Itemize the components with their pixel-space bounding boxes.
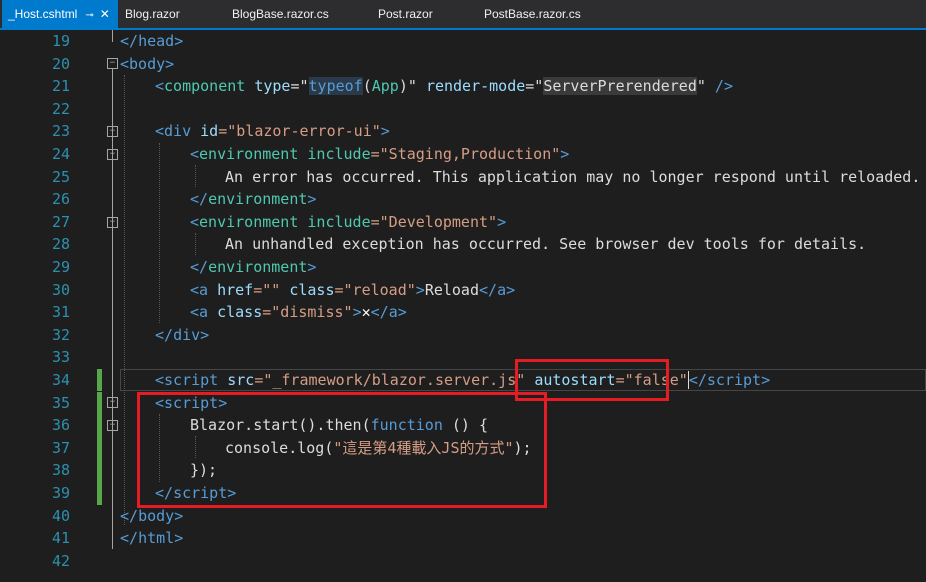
fold-guide: [112, 30, 113, 42]
code-line-27: <environment include="Development">: [190, 212, 507, 231]
line-number: 24: [51, 145, 70, 163]
code-line-32: </div>: [155, 325, 210, 344]
code-editor[interactable]: 19 20 21 22 23 24 25 26 27 28 29 30 31 3…: [0, 30, 926, 582]
line-number: 38: [51, 461, 70, 480]
line-number: 21: [51, 77, 70, 96]
change-bar: [97, 369, 102, 391]
line-number: 32: [51, 325, 70, 344]
code-line-26: </environment>: [190, 190, 317, 209]
line-number: 35: [51, 393, 70, 412]
line-number: 40: [51, 506, 70, 525]
code-line-19: </head>: [120, 32, 184, 50]
collapse-icon[interactable]: −: [107, 149, 118, 160]
line-number: 39: [51, 484, 70, 502]
pin-icon[interactable]: ⊸: [85, 10, 93, 21]
script-block-highlight: [137, 392, 547, 508]
line-number: 28: [51, 235, 70, 254]
line-number: 34: [51, 371, 70, 389]
collapse-icon[interactable]: −: [107, 420, 118, 431]
indent-guide: [195, 233, 196, 255]
close-icon[interactable]: ✕: [100, 7, 110, 21]
code-line-41: </html>: [120, 529, 184, 548]
indent-guide: [159, 143, 160, 323]
tab-post-razor[interactable]: Post.razor: [378, 0, 433, 28]
code-line-28: An unhandled exception has occurred. See…: [225, 235, 867, 254]
line-number: 20: [51, 54, 70, 73]
collapse-icon[interactable]: −: [107, 126, 118, 137]
line-number: 33: [51, 348, 70, 367]
code-line-29: </environment>: [190, 258, 317, 276]
line-number: 26: [51, 190, 70, 209]
tab-bar: _Host.cshtml ⊸ ✕ Blog.razor BlogBase.razor…: [0, 0, 926, 30]
tab-label: _Host.cshtml: [8, 7, 78, 21]
collapse-icon[interactable]: −: [107, 397, 118, 408]
code-line-23: <div id="blazor-error-ui">: [155, 122, 390, 141]
line-number: 36: [51, 416, 70, 435]
line-number: 27: [51, 212, 70, 231]
tab-label: PostBase.razor.cs: [484, 7, 581, 21]
fold-guide: [112, 69, 113, 549]
code-line-24: <environment include="Staging,Production…: [190, 145, 570, 163]
indent-guide: [195, 165, 196, 187]
line-number: 37: [51, 438, 70, 457]
tab-blog-razor[interactable]: Blog.razor: [125, 0, 180, 28]
tab-blogbase-razor-cs[interactable]: BlogBase.razor.cs: [232, 0, 329, 28]
tab-label: Blog.razor: [125, 7, 180, 21]
line-number: 22: [51, 99, 70, 118]
code-line-34: <script src="_framework/blazor.server.js…: [155, 371, 771, 389]
tab-host-cshtml[interactable]: _Host.cshtml ⊸ ✕: [2, 0, 118, 28]
line-number: 31: [51, 303, 70, 322]
line-number: 25: [51, 167, 70, 186]
line-number: 42: [51, 551, 70, 570]
collapse-icon[interactable]: −: [107, 217, 118, 228]
line-number: 19: [51, 32, 70, 50]
line-number: 30: [51, 280, 70, 299]
code-line-25: An error has occurred. This application …: [225, 167, 921, 186]
line-number: 41: [51, 529, 70, 548]
line-number: 23: [51, 122, 70, 141]
tab-label: BlogBase.razor.cs: [232, 7, 329, 21]
change-bar: [97, 392, 102, 505]
code-line-30: <a href="" class="reload">Reload</a>: [190, 280, 516, 299]
tab-postbase-razor-cs[interactable]: PostBase.razor.cs: [484, 0, 581, 28]
code-line-20: <body>: [120, 54, 175, 73]
line-number: 29: [51, 258, 70, 276]
collapse-icon[interactable]: −: [107, 58, 118, 69]
code-line-21: <component type="typeof(App)" render-mod…: [155, 77, 733, 96]
tab-label: Post.razor: [378, 7, 433, 21]
indent-guide: [124, 75, 125, 525]
code-line-31: <a class="dismiss">✕</a>: [190, 303, 407, 322]
